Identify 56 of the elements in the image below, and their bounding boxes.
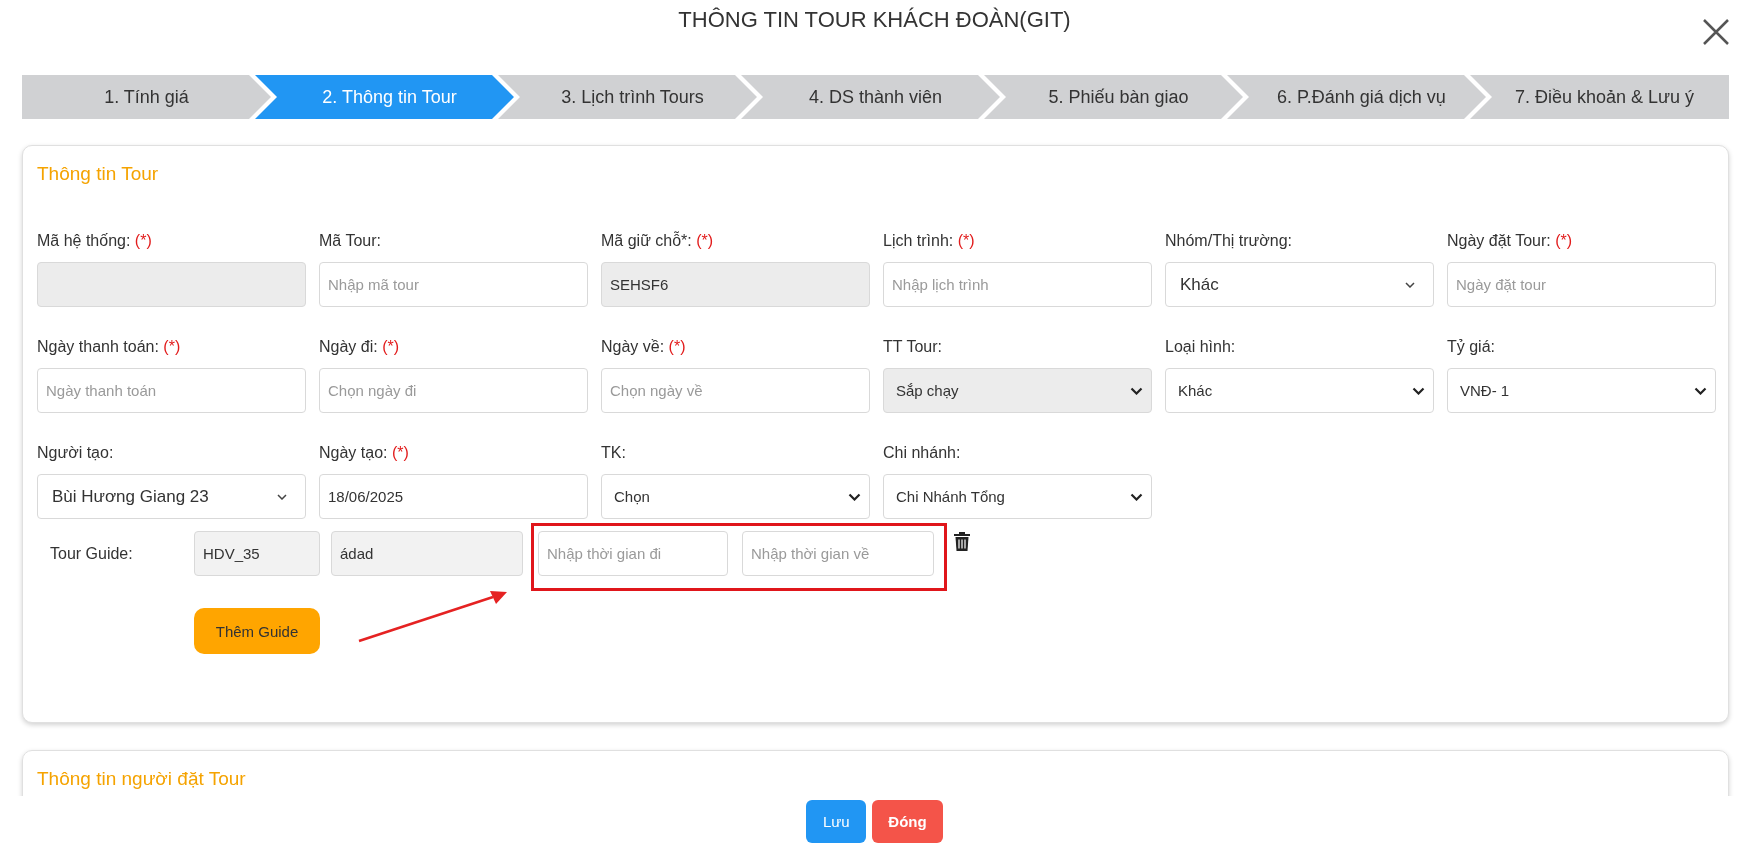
- field-label: Nhóm/Thị trường:: [1165, 231, 1293, 251]
- select-field[interactable]: VNĐ- 1: [1447, 368, 1716, 413]
- chevron-down-icon: [848, 492, 861, 501]
- text-field[interactable]: Nhập mã tour: [319, 262, 588, 307]
- guide-code-field[interactable]: HDV_35: [194, 531, 320, 576]
- text-field[interactable]: 18/06/2025: [319, 474, 588, 519]
- text-field[interactable]: [37, 262, 306, 307]
- field-label: Ngày thanh toán: (*): [37, 337, 182, 357]
- step-tab[interactable]: 6. P.Đánh giá dịch vụ: [1227, 75, 1486, 119]
- add-guide-button[interactable]: Thêm Guide: [194, 608, 320, 654]
- field-label: Mã giữ chỗ*: (*): [601, 230, 715, 251]
- select-field[interactable]: Bùi Hương Giang 23: [37, 474, 306, 519]
- chevron-down-icon: [1130, 386, 1143, 395]
- select-field[interactable]: Khác: [1165, 262, 1434, 307]
- dialog-title: THÔNG TIN TOUR KHÁCH ĐOÀN(GIT): [678, 6, 1071, 34]
- field-label: Người tạo:: [37, 443, 115, 463]
- field-label: Ngày đặt Tour: (*): [1447, 231, 1574, 251]
- select-field[interactable]: Khác: [1165, 368, 1434, 413]
- step-tab[interactable]: 4. DS thành viên: [741, 75, 1000, 119]
- field-label: Tỷ giá:: [1447, 337, 1496, 357]
- field-label: Lịch trình: (*): [883, 231, 976, 251]
- return-time-field[interactable]: Nhập thời gian về: [742, 531, 934, 576]
- select-field[interactable]: Chi Nhánh Tổng: [883, 474, 1152, 519]
- text-field[interactable]: Chọn ngày đi: [319, 368, 588, 413]
- chevron-down-icon: [1405, 281, 1415, 288]
- section-title: Thông tin người đặt Tour: [37, 768, 246, 789]
- chevron-down-icon: [277, 493, 287, 500]
- select-field[interactable]: Chọn: [601, 474, 870, 519]
- text-field[interactable]: Ngày đặt tour: [1447, 262, 1716, 307]
- field-label: Mã hệ thống: (*): [37, 231, 153, 251]
- step-tab[interactable]: 3. Lịch trình Tours: [498, 75, 757, 119]
- chevron-down-icon: [1130, 492, 1143, 501]
- guide-name-field[interactable]: ádad: [331, 531, 523, 576]
- field-label: TT Tour:: [883, 337, 943, 357]
- select-field[interactable]: Sắp chạy: [883, 368, 1152, 413]
- field-label: Ngày tạo: (*): [319, 443, 410, 463]
- guide-label: Tour Guide:: [50, 544, 134, 564]
- chevron-down-icon: [1694, 386, 1707, 395]
- field-label: TK:: [601, 443, 627, 463]
- field-label: Mã Tour:: [319, 231, 382, 251]
- field-label: Ngày đi: (*): [319, 337, 401, 357]
- step-tab[interactable]: 7. Điều khoản & Lưu ý: [1470, 75, 1729, 119]
- text-field[interactable]: Chọn ngày về: [601, 368, 870, 413]
- depart-time-field[interactable]: Nhập thời gian đi: [538, 531, 728, 576]
- text-field[interactable]: SEHSF6: [601, 262, 870, 307]
- trash-icon[interactable]: [954, 531, 970, 551]
- step-tab[interactable]: 5. Phiếu bàn giao: [984, 75, 1243, 119]
- close-icon[interactable]: [1702, 18, 1730, 46]
- chevron-down-icon: [1412, 386, 1425, 395]
- section-title: Thông tin Tour: [37, 162, 160, 186]
- step-tab[interactable]: 1. Tính giá: [22, 75, 271, 119]
- field-label: Chi nhánh:: [883, 443, 962, 463]
- text-field[interactable]: Ngày thanh toán: [37, 368, 306, 413]
- field-label: Ngày về: (*): [601, 337, 687, 357]
- field-label: Loại hình:: [1165, 337, 1237, 357]
- text-field[interactable]: Nhập lịch trình: [883, 262, 1152, 307]
